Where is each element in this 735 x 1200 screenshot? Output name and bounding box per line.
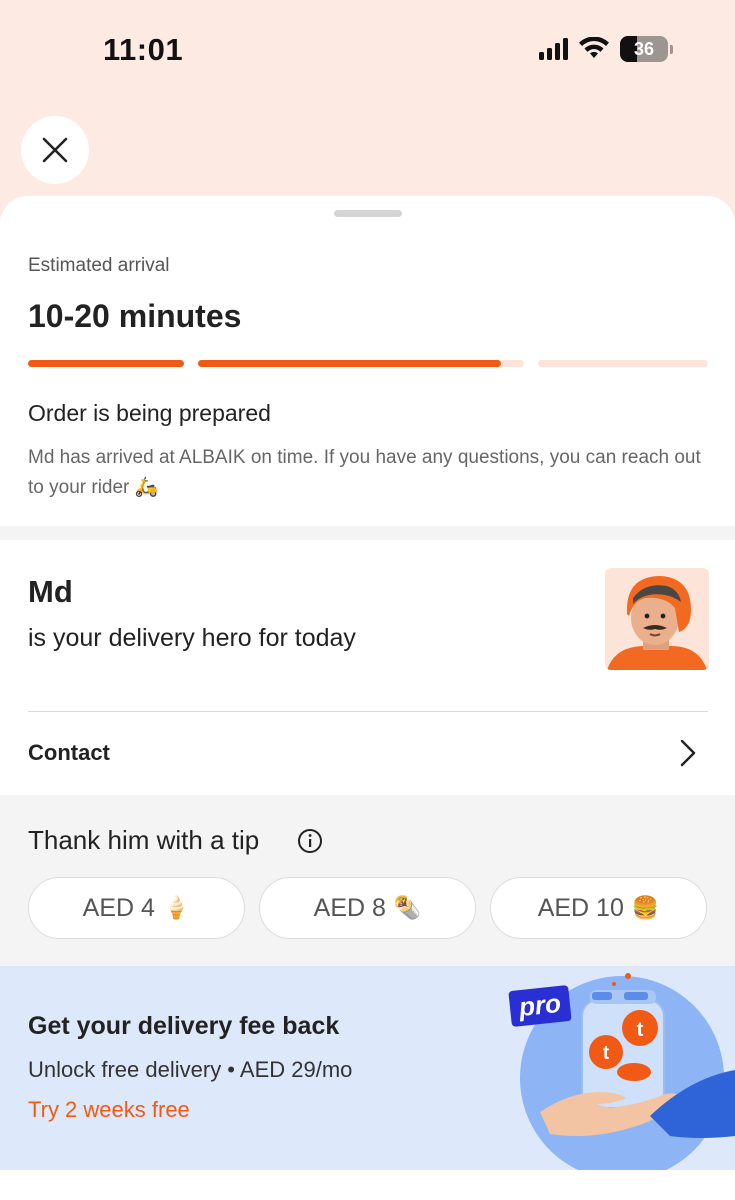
- tip-option-label: AED 10: [537, 893, 624, 922]
- progress-segment-1: [28, 360, 184, 367]
- pro-subscription-banner[interactable]: Get your delivery fee back Unlock free d…: [0, 966, 735, 1170]
- status-time: 11:01: [103, 32, 184, 67]
- battery-icon: 36: [620, 36, 668, 62]
- estimated-arrival-value: 10-20 minutes: [28, 298, 242, 334]
- section-divider: [0, 526, 735, 540]
- wifi-icon: [579, 37, 609, 58]
- promo-subtitle: Unlock free delivery • AED 29/mo: [28, 1057, 353, 1082]
- battery-level: 36: [633, 38, 655, 59]
- rider-name: Md: [28, 574, 73, 609]
- order-tracking-sheet: Estimated arrival 10-20 minutes Order is…: [0, 196, 735, 1200]
- rider-subtitle: is your delivery hero for today: [28, 624, 356, 652]
- svg-text:t: t: [637, 1019, 644, 1041]
- tip-option-aed-10[interactable]: AED 10 🍔: [490, 877, 707, 939]
- signal-icon: [539, 38, 568, 60]
- contact-rider-row[interactable]: Contact: [0, 712, 735, 795]
- order-status-title: Order is being prepared: [28, 400, 271, 426]
- estimated-arrival-label: Estimated arrival: [28, 255, 170, 276]
- ice-cream-icon: 🍦: [162, 895, 191, 920]
- tip-section: Thank him with a tip AED 4 🍦 AED 8 🌯 AED…: [0, 795, 735, 966]
- promo-title: Get your delivery fee back: [28, 1012, 340, 1040]
- tip-title: Thank him with a tip: [28, 825, 260, 855]
- chevron-right-icon: [680, 739, 696, 767]
- tip-option-aed-4[interactable]: AED 4 🍦: [28, 877, 245, 939]
- sheet-drag-handle[interactable]: [334, 210, 402, 217]
- status-icons: 36: [539, 36, 673, 62]
- tip-option-aed-8[interactable]: AED 8 🌯: [259, 877, 476, 939]
- rider-avatar: [605, 568, 709, 670]
- svg-text:t: t: [603, 1043, 610, 1064]
- pro-badge: pro: [517, 988, 563, 1022]
- contact-label: Contact: [28, 740, 110, 765]
- close-button[interactable]: [21, 116, 89, 184]
- promo-cta-link[interactable]: Try 2 weeks free: [28, 1097, 190, 1123]
- tip-option-label: AED 4: [82, 893, 155, 922]
- order-status-description: Md has arrived at ALBAIK on time. If you…: [28, 447, 701, 498]
- status-bar: 11:01 36: [0, 0, 735, 100]
- progress-segment-3: [538, 360, 708, 367]
- burrito-icon: 🌯: [393, 895, 422, 920]
- info-icon[interactable]: [297, 828, 323, 854]
- progress-segment-2: [198, 360, 524, 367]
- burger-icon: 🍔: [631, 895, 660, 920]
- close-icon: [42, 137, 68, 163]
- pro-illustration: t t pro: [500, 966, 735, 1170]
- tip-option-label: AED 8: [313, 893, 386, 922]
